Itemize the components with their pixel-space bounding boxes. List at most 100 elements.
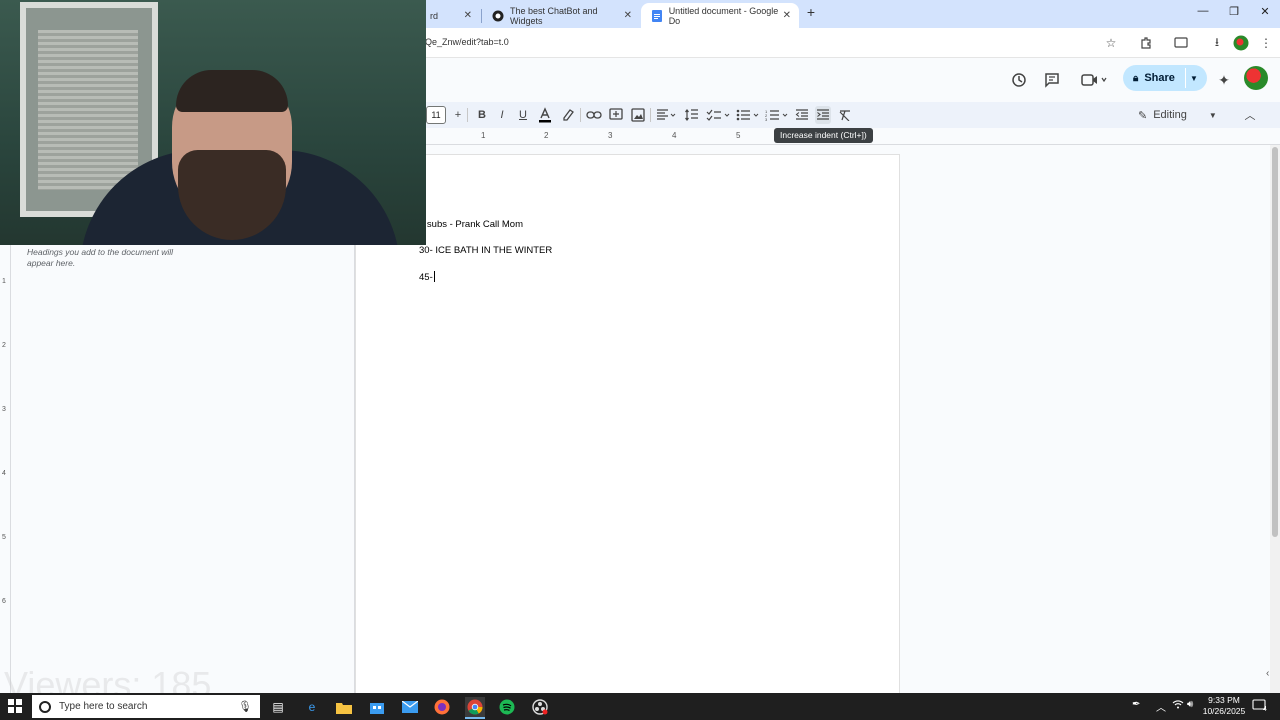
bulleted-list-icon[interactable] — [736, 106, 762, 124]
webcam-person-hair — [176, 70, 288, 112]
google-docs-icon — [651, 9, 663, 22]
clock-date: 10/26/2025 — [1202, 706, 1246, 716]
spotify-icon[interactable] — [497, 697, 517, 717]
document-line[interactable]: 30- ICE BATH IN THE WINTER — [419, 245, 552, 256]
clear-formatting-icon[interactable] — [837, 106, 853, 124]
ruler-number: 2 — [2, 342, 6, 349]
active-app-indicator — [465, 717, 485, 719]
gemini-sparkle-icon[interactable]: ✦ — [1213, 69, 1235, 91]
ruler-number: 1 — [481, 131, 486, 140]
increase-font-size-icon[interactable]: + — [450, 106, 466, 124]
minimize-icon[interactable]: — — [1195, 5, 1211, 17]
pencil-icon: ✎ — [1138, 109, 1148, 122]
pen-menu-icon[interactable]: ✒︎ — [1132, 699, 1140, 710]
meet-video-icon[interactable] — [1078, 69, 1110, 91]
insert-comment-icon[interactable] — [608, 106, 624, 124]
new-tab-button[interactable]: + — [803, 4, 819, 22]
increase-indent-icon[interactable] — [815, 106, 831, 124]
document-page[interactable] — [355, 154, 900, 699]
tray-chevron-up-icon[interactable]: ︿ — [1156, 699, 1166, 714]
cast-icon[interactable] — [1172, 34, 1190, 52]
editing-mode-button[interactable]: ✎ Editing ▼ — [1138, 106, 1217, 124]
microphone-icon[interactable]: 🎙︎ — [238, 700, 252, 713]
share-label: Share — [1144, 72, 1175, 84]
chevron-down-icon: ▼ — [1208, 110, 1217, 120]
outline-hint: Headings you add to the document will ap… — [27, 247, 174, 268]
close-icon[interactable]: ✕ — [783, 10, 791, 21]
tab-untitled-document[interactable]: Untitled document - Google Do ✕ — [641, 3, 799, 28]
bookmark-star-icon[interactable]: ☆ — [1102, 34, 1120, 52]
url-field[interactable]: Qe_Znw/edit?tab=t.0 — [425, 37, 509, 47]
share-divider — [1185, 68, 1186, 88]
tab-partial[interactable]: rd ✕ — [420, 3, 480, 28]
edge-icon[interactable]: e — [302, 697, 322, 717]
restore-icon[interactable]: ❐ — [1226, 5, 1242, 18]
highlight-icon[interactable] — [560, 106, 576, 124]
align-left-icon[interactable] — [656, 106, 676, 124]
tab-title: Untitled document - Google Do — [668, 5, 779, 26]
comments-icon[interactable] — [1041, 69, 1063, 91]
insert-link-icon[interactable] — [586, 106, 602, 124]
toolbar-divider — [467, 108, 468, 122]
document-line[interactable]: 5 subs - Prank Call Mom — [419, 219, 523, 230]
search-icon — [39, 700, 51, 713]
version-history-icon[interactable] — [1008, 69, 1030, 91]
chevron-left-icon[interactable]: ‹ — [1266, 668, 1269, 679]
ruler-number: 3 — [608, 131, 613, 140]
close-icon[interactable]: ✕ — [624, 10, 632, 21]
mail-icon[interactable] — [400, 697, 420, 717]
microsoft-store-icon[interactable] — [367, 697, 387, 717]
document-line-text: 45- — [419, 272, 433, 283]
font-size-field[interactable]: 11 — [426, 106, 446, 124]
svg-text:3: 3 — [765, 117, 768, 121]
ruler-number: 5 — [2, 534, 6, 541]
browser-menu-icon[interactable]: ⋮ — [1257, 34, 1275, 52]
collapse-toolbar-icon[interactable]: ︿ — [1242, 106, 1258, 124]
chrome-icon[interactable] — [465, 697, 485, 717]
volume-icon[interactable]: 🔊︎ — [1187, 699, 1193, 710]
share-button[interactable]: 🔒︎ Share ▼ — [1123, 65, 1207, 91]
webcam-window-blinds — [38, 30, 138, 190]
ruler-number: 4 — [672, 131, 677, 140]
ruler-number: 6 — [2, 598, 6, 605]
insert-image-icon[interactable] — [630, 106, 646, 124]
checklist-icon[interactable] — [706, 106, 732, 124]
tab-title: rd — [430, 10, 439, 21]
tab-chatbot[interactable]: The best ChatBot and Widgets ✕ — [482, 3, 640, 28]
vertical-scrollbar[interactable] — [1270, 145, 1280, 693]
lock-icon: 🔒︎ — [1133, 72, 1139, 84]
ruler-number: 2 — [544, 131, 549, 140]
obs-recording-icon[interactable] — [530, 697, 550, 717]
increase-indent-tooltip: Increase indent (Ctrl+]) — [774, 128, 873, 143]
task-view-icon[interactable]: ▤ — [268, 697, 288, 717]
underline-icon[interactable]: U — [515, 106, 531, 124]
profile-avatar-icon[interactable] — [1232, 34, 1250, 52]
taskbar-clock[interactable]: 9:33 PM 10/26/2025 — [1198, 695, 1250, 717]
text-cursor — [433, 271, 435, 282]
firefox-icon[interactable] — [432, 697, 452, 717]
ruler-number: 3 — [2, 406, 6, 413]
text-color-icon[interactable] — [537, 106, 553, 124]
windows-taskbar: Type here to search 🎙︎ ▤ e ✒︎ ︿ 🔊︎ 9:33 … — [0, 693, 1280, 720]
network-icon[interactable] — [1172, 699, 1184, 712]
webcam-overlay — [0, 0, 426, 245]
scrollbar-thumb[interactable] — [1272, 147, 1278, 537]
line-spacing-icon[interactable] — [684, 106, 700, 124]
chevron-down-icon[interactable]: ▼ — [1190, 74, 1198, 83]
windows-start-icon[interactable] — [8, 699, 22, 713]
taskbar-search-box[interactable]: Type here to search 🎙︎ — [32, 695, 260, 718]
document-line-current[interactable]: 45- — [419, 271, 435, 283]
toolbar-divider — [650, 108, 651, 122]
numbered-list-icon[interactable]: 123 — [765, 106, 791, 124]
ruler-number: 5 — [736, 131, 741, 140]
tab-title: The best ChatBot and Widgets — [510, 5, 598, 26]
close-icon[interactable]: ✕ — [464, 10, 472, 21]
decrease-indent-icon[interactable] — [794, 106, 810, 124]
bold-icon[interactable]: B — [474, 106, 490, 124]
italic-icon[interactable]: I — [494, 106, 510, 124]
window-close-icon[interactable]: ✕ — [1257, 5, 1273, 18]
account-avatar[interactable] — [1244, 66, 1268, 90]
download-icon[interactable]: ⭳ — [1208, 34, 1226, 52]
extensions-icon[interactable] — [1137, 34, 1155, 52]
file-explorer-icon[interactable] — [334, 697, 354, 717]
